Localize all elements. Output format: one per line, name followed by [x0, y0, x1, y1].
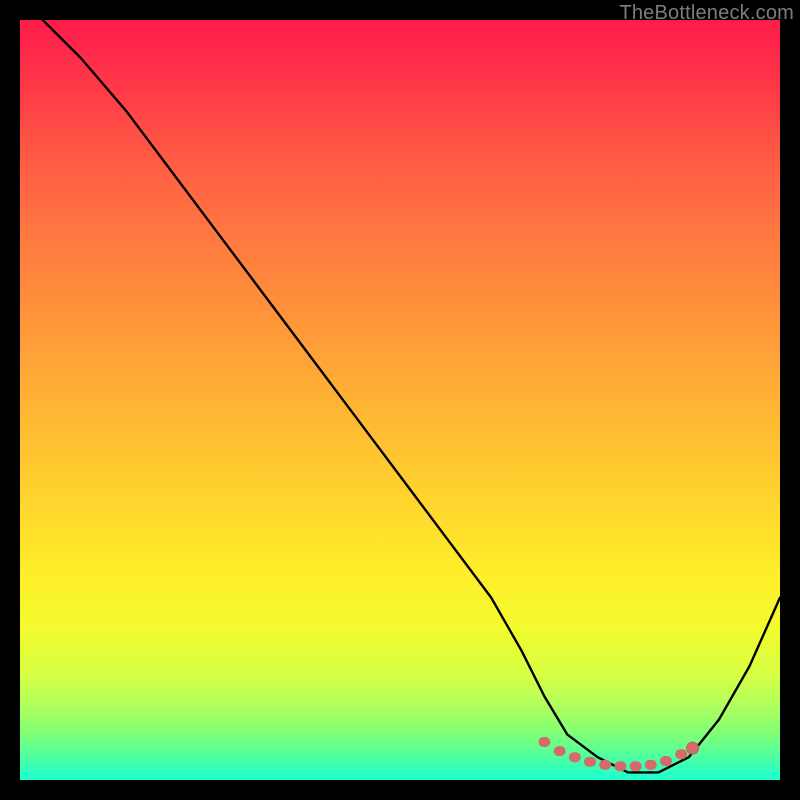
chart-svg — [20, 20, 780, 780]
optimal-marker — [675, 749, 687, 759]
watermark-text: TheBottleneck.com — [619, 2, 794, 25]
end-marker-dot — [687, 742, 699, 754]
optimal-marker — [645, 760, 657, 770]
optimal-marker — [569, 752, 581, 762]
optimal-marker — [614, 761, 626, 771]
optimal-marker — [584, 757, 596, 767]
optimal-marker — [660, 756, 672, 766]
chart-frame: TheBottleneck.com — [0, 0, 800, 800]
optimal-marker — [554, 746, 566, 756]
optimal-marker — [538, 737, 550, 747]
optimal-range-markers — [538, 737, 698, 771]
optimal-marker — [599, 760, 611, 770]
gradient-plot-area — [20, 20, 780, 780]
optimal-marker — [630, 761, 642, 771]
bottleneck-curve — [20, 20, 780, 772]
